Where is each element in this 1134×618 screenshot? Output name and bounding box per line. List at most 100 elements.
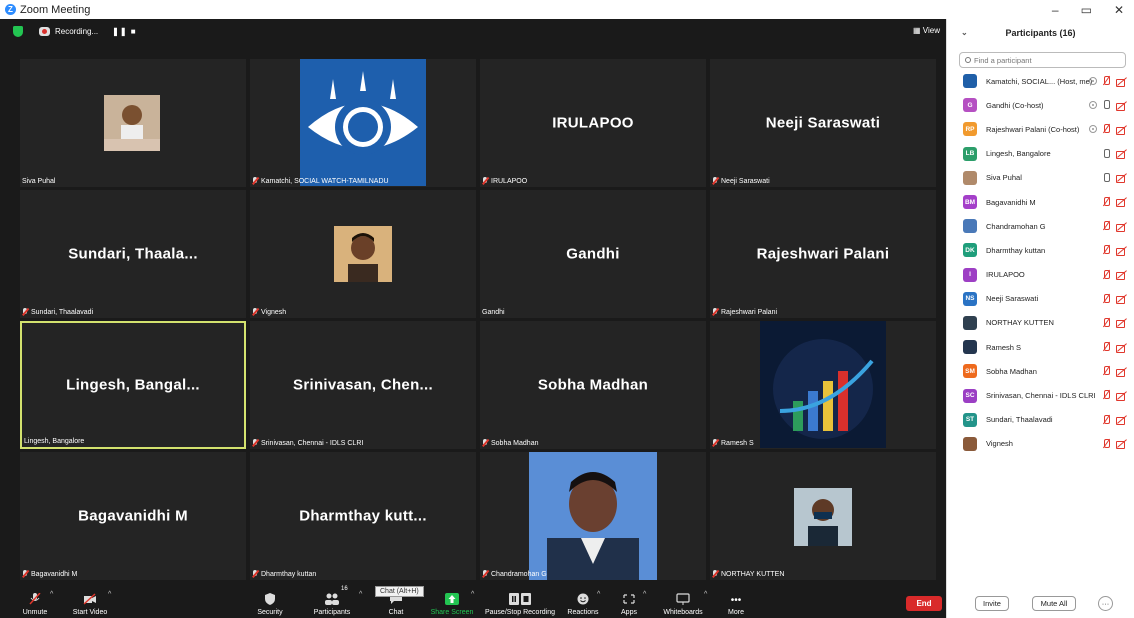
close-button[interactable]: ✕ bbox=[1114, 3, 1124, 17]
participant-row[interactable]: G Gandhi (Co-host) bbox=[947, 93, 1134, 117]
more-button[interactable]: ••• More bbox=[724, 581, 748, 618]
microphone-icon bbox=[1102, 148, 1111, 159]
invite-button[interactable]: Invite bbox=[975, 596, 1009, 611]
participant-row[interactable]: SC Srinivasan, Chennai - IDLS CLRI bbox=[947, 383, 1134, 407]
view-button[interactable]: ▦ View bbox=[913, 26, 940, 35]
tile-name-label: Kamatchi, SOCIAL WATCH-TAMILNADU bbox=[252, 177, 389, 185]
video-tile[interactable]: Sobha Madhan Sobha Madhan bbox=[480, 321, 706, 449]
whiteboards-button[interactable]: Whiteboards bbox=[660, 581, 706, 618]
muted-mic-icon bbox=[252, 177, 258, 185]
tile-name-text: Gandhi bbox=[482, 309, 505, 316]
participant-row[interactable]: RP Rajeshwari Palani (Co-host) bbox=[947, 117, 1134, 141]
tile-name-text: Sundari, Thaalavadi bbox=[31, 308, 94, 316]
shield-icon[interactable] bbox=[13, 25, 23, 37]
tile-name-text: Sobha Madhan bbox=[491, 439, 539, 447]
participant-search-input[interactable]: Find a participant bbox=[959, 52, 1126, 68]
unmute-button[interactable]: Unmute bbox=[18, 581, 52, 618]
window-title: Zoom Meeting bbox=[20, 3, 91, 16]
apps-caret[interactable]: ^ bbox=[643, 591, 646, 598]
video-tile[interactable]: Sundari, Thaala... Sundari, Thaalavadi bbox=[20, 190, 246, 318]
tile-name-label: Chandramohan G bbox=[482, 570, 547, 578]
audio-options-caret[interactable]: ^ bbox=[50, 591, 53, 598]
participant-row[interactable]: BM Bagavanidhi M bbox=[947, 190, 1134, 214]
video-tile[interactable]: NORTHAY KUTTEN bbox=[710, 452, 936, 580]
reactions-button[interactable]: Reactions bbox=[566, 581, 600, 618]
participant-name: Neeji Saraswati bbox=[986, 294, 1039, 304]
participant-row[interactable]: NORTHAY KUTTEN bbox=[947, 311, 1134, 335]
reactions-smiley-icon bbox=[577, 593, 589, 605]
participants-caret[interactable]: ^ bbox=[359, 591, 362, 598]
video-tile[interactable]: Siva Puhal bbox=[20, 59, 246, 187]
video-tile[interactable]: IRULAPOO IRULAPOO bbox=[480, 59, 706, 187]
participant-row[interactable]: Kamatchi, SOCIAL... (Host, me) bbox=[947, 69, 1134, 93]
video-tile[interactable]: Dharmthay kutt... Dharmthay kuttan bbox=[250, 452, 476, 580]
whiteboards-caret[interactable]: ^ bbox=[704, 591, 707, 598]
chevron-down-icon[interactable]: ⌄ bbox=[961, 28, 968, 37]
microphone-muted-icon bbox=[1102, 366, 1111, 376]
avatar bbox=[963, 170, 977, 185]
participant-row[interactable]: Vignesh bbox=[947, 432, 1134, 456]
share-screen-icon bbox=[445, 593, 459, 605]
video-tile[interactable]: Bagavanidhi M Bagavanidhi M bbox=[20, 452, 246, 580]
microphone-muted-icon bbox=[1102, 124, 1111, 134]
tile-name-label: Bagavanidhi M bbox=[22, 570, 77, 578]
avatar: LB bbox=[963, 146, 977, 161]
video-tile[interactable]: Kamatchi, SOCIAL WATCH-TAMILNADU bbox=[250, 59, 476, 187]
video-off-icon bbox=[1116, 101, 1127, 111]
avatar: SC bbox=[963, 388, 977, 403]
video-off-icon bbox=[1116, 149, 1127, 160]
participant-row[interactable]: Ramesh S bbox=[947, 335, 1134, 359]
tile-name-label: Ramesh S bbox=[712, 439, 754, 447]
video-tile[interactable]: Gandhi Gandhi bbox=[480, 190, 706, 318]
start-video-button[interactable]: Start Video bbox=[68, 581, 112, 618]
video-tile[interactable]: Srinivasan, Chen... Srinivasan, Chennai -… bbox=[250, 321, 476, 449]
participant-row[interactable]: LB Lingesh, Bangalore bbox=[947, 142, 1134, 166]
tile-name-label: Siva Puhal bbox=[22, 178, 55, 185]
participant-row[interactable]: SM Sobha Madhan bbox=[947, 359, 1134, 383]
share-screen-button[interactable]: Share Screen bbox=[430, 581, 474, 618]
video-tile[interactable]: Vignesh bbox=[250, 190, 476, 318]
participant-name: Bagavanidhi M bbox=[986, 197, 1036, 207]
video-tile[interactable]: Rajeshwari Palani Rajeshwari Palani bbox=[710, 190, 936, 318]
video-tile[interactable]: Ramesh S bbox=[710, 321, 936, 449]
meeting-topbar: Recording... ❚❚ ■ ▦ View bbox=[0, 19, 946, 43]
tile-name-label: Gandhi bbox=[482, 309, 505, 316]
microphone-muted-icon bbox=[1102, 221, 1111, 231]
apps-button[interactable]: Apps bbox=[616, 581, 642, 618]
muted-mic-icon bbox=[252, 570, 258, 578]
microphone-muted-icon bbox=[29, 593, 41, 605]
apps-label: Apps bbox=[621, 609, 637, 616]
participant-row[interactable]: I IRULAPOO bbox=[947, 263, 1134, 287]
video-off-icon bbox=[1116, 197, 1127, 208]
social-watch-logo bbox=[300, 59, 426, 187]
reactions-caret[interactable]: ^ bbox=[597, 591, 600, 598]
recording-controls[interactable]: ❚❚ ■ bbox=[112, 27, 136, 36]
participant-row[interactable]: Siva Puhal bbox=[947, 166, 1134, 190]
tile-name-label: Rajeshwari Palani bbox=[712, 308, 777, 316]
participant-row[interactable]: ST Sundari, Thaalavadi bbox=[947, 408, 1134, 432]
search-placeholder: Find a participant bbox=[974, 55, 1032, 65]
participant-row[interactable]: DK Dharmthay kuttan bbox=[947, 238, 1134, 262]
video-options-caret[interactable]: ^ bbox=[108, 591, 111, 598]
video-tile[interactable]: Lingesh, Bangal... Lingesh, Bangalore bbox=[20, 321, 246, 449]
panel-more-button[interactable]: ··· bbox=[1098, 596, 1113, 611]
panel-header: ⌄ Participants (16) bbox=[947, 19, 1134, 47]
minimize-button[interactable]: – bbox=[1052, 3, 1059, 17]
video-off-icon bbox=[1116, 439, 1127, 450]
video-tile[interactable]: Neeji Saraswati Neeji Saraswati bbox=[710, 59, 936, 187]
muted-mic-icon bbox=[712, 439, 718, 447]
participant-status-icons bbox=[1102, 366, 1127, 377]
pause-stop-recording-button[interactable]: Pause/Stop Recording bbox=[484, 581, 556, 618]
window-titlebar: Z Zoom Meeting – ▭ ✕ bbox=[0, 0, 1134, 19]
security-button[interactable]: Security bbox=[254, 581, 286, 618]
participant-name: Kamatchi, SOCIAL... (Host, me) bbox=[986, 76, 1093, 86]
participant-row[interactable]: NS Neeji Saraswati bbox=[947, 287, 1134, 311]
mute-all-button[interactable]: Mute All bbox=[1032, 596, 1076, 611]
video-tile[interactable]: Chandramohan G bbox=[480, 452, 706, 580]
restore-button[interactable]: ▭ bbox=[1081, 3, 1092, 17]
participant-status-icons bbox=[1102, 221, 1127, 232]
end-meeting-button[interactable]: End bbox=[906, 596, 942, 611]
participant-name: Sundari, Thaalavadi bbox=[986, 415, 1053, 425]
participant-row[interactable]: Chandramohan G bbox=[947, 214, 1134, 238]
share-options-caret[interactable]: ^ bbox=[471, 591, 474, 598]
